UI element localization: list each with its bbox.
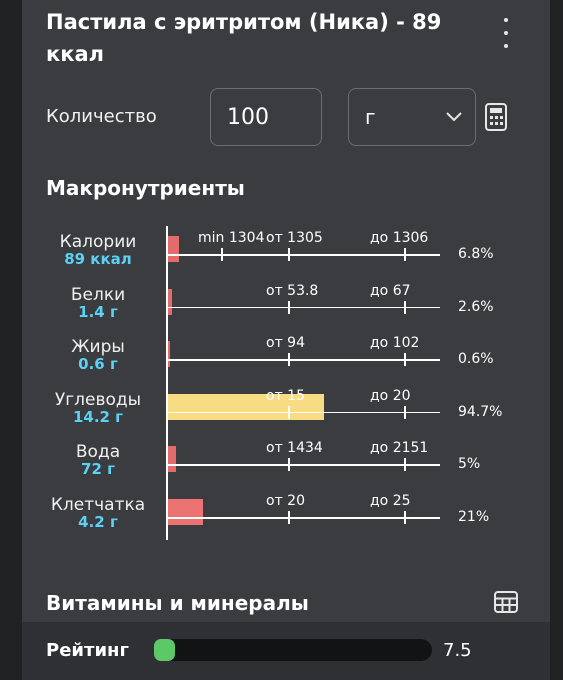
macro-from-label: от 1434 (266, 440, 323, 457)
macro-from-tick (288, 458, 290, 472)
macro-to-tick (404, 300, 406, 314)
macro-to-label: до 25 (370, 493, 411, 509)
macro-from-label: от 1305 (266, 230, 323, 246)
calculator-icon[interactable] (485, 103, 507, 131)
macro-from-label: от 53.8 (266, 282, 319, 299)
macro-bar (168, 499, 203, 525)
rating-label: Рейтинг (46, 640, 129, 661)
macro-to-label: до 20 (370, 387, 411, 404)
macro-percent: 5% (458, 456, 481, 473)
macro-to-label: до 67 (370, 282, 411, 299)
macro-name: Углеводы (54, 389, 142, 410)
macro-baseline (168, 517, 440, 519)
macro-to-label: до 1306 (370, 230, 429, 246)
food-title: Пастила с эритритом (Ника) - 89 ккал (46, 10, 442, 66)
rating-bar-fill (154, 639, 175, 661)
macro-percent: 21% (458, 509, 490, 525)
macro-value: 4.2 г (78, 513, 118, 531)
vitamins-title: Витамины и минералы (46, 591, 309, 615)
macro-to-tick (404, 248, 406, 261)
macro-name: Жиры (71, 337, 125, 358)
macro-percent: 6.8% (458, 246, 494, 262)
macro-value: 89 ккал (64, 250, 132, 268)
macro-to-tick (404, 458, 406, 472)
macro-baseline (168, 359, 440, 361)
macro-baseline (168, 254, 440, 256)
macro-baseline (168, 306, 440, 309)
macro-value: 1.4 г (78, 302, 118, 321)
macro-from-tick (288, 300, 290, 314)
macro-to-tick (404, 405, 406, 419)
macro-bar (168, 288, 172, 315)
macro-value: 14.2 г (72, 407, 124, 426)
macro-percent: 2.6% (458, 298, 494, 315)
macro-bar (168, 446, 176, 473)
chevron-down-icon (446, 112, 462, 122)
rating-bar (154, 639, 432, 661)
food-card: Пастила с эритритом (Ника) - 89 ккал Кол… (22, 0, 550, 680)
macro-to-label: до 2151 (370, 440, 429, 457)
macro-from-tick (288, 248, 290, 261)
macro-percent: 94.7% (458, 403, 503, 420)
unit-select[interactable]: г (348, 88, 476, 146)
macro-min-tick (221, 248, 223, 261)
macro-value: 0.6 г (78, 355, 118, 374)
macro-from-label: от 94 (266, 335, 305, 352)
macro-from-tick (288, 405, 290, 419)
macro-name: Калории (59, 232, 137, 252)
macro-name: Белки (70, 284, 126, 305)
macro-baseline (168, 411, 440, 414)
macro-to-tick (404, 511, 406, 524)
macro-name: Клетчатка (50, 495, 146, 515)
chart-axis (166, 226, 168, 540)
macro-baseline (168, 464, 440, 466)
macro-to-tick (404, 353, 406, 367)
macro-from-tick (288, 353, 290, 367)
macro-to-label: до 102 (370, 335, 420, 352)
table-grid-icon[interactable] (494, 591, 518, 613)
macro-percent: 0.6% (458, 351, 494, 368)
macro-name: Вода (75, 442, 121, 463)
macro-from-tick (288, 511, 290, 524)
macro-bar (168, 341, 170, 368)
macro-bar (168, 236, 179, 262)
rating-value: 7.5 (443, 640, 472, 661)
unit-value: г (365, 105, 376, 129)
quantity-label: Количество (46, 106, 157, 127)
more-menu-icon[interactable] (496, 18, 516, 48)
macro-from-label: от 20 (266, 493, 305, 509)
macro-value: 72 г (81, 460, 115, 479)
macros-title: Макронутриенты (46, 176, 245, 200)
macro-from-label: от 15 (266, 387, 305, 404)
quantity-input[interactable] (210, 88, 322, 146)
macro-min-label: min 1304 (198, 230, 265, 246)
